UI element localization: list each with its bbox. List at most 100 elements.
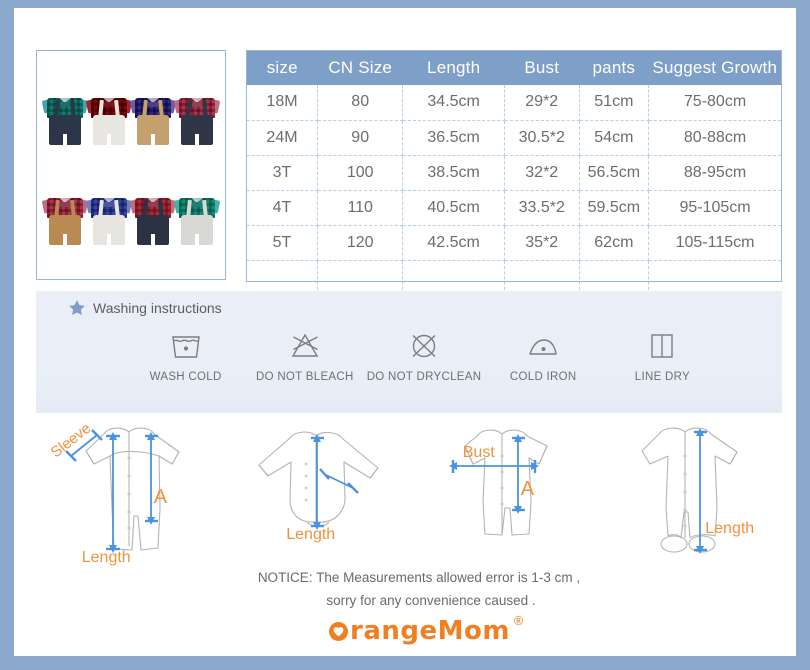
brand-logo-text: rangeMom ® [328,614,524,646]
care-item-do-not-bleach: DO NOT BLEACH [245,329,364,383]
product-thumbnail[interactable] [85,194,133,252]
table-cell: 105-115cm [648,225,781,261]
diagram1-label-length: Length [81,549,131,566]
table-cell: 24M [247,120,318,156]
size-chart-table: size CN Size Length Bust pants Suggest G… [247,51,781,295]
table-cell: 4T [247,190,318,226]
table-cell: 90 [317,120,404,156]
table-cell: 75-80cm [648,85,781,121]
product-thumbnail[interactable] [173,94,221,152]
table-cell: 3T [247,155,318,191]
table-cell: 33.5*2 [504,190,580,226]
bowtie [60,102,70,107]
care-item-cold-iron: COLD IRON [484,329,603,383]
cold-iron-icon [526,329,560,361]
table-row: 24M 90 36.5cm 30.5*2 54cm 80-88cm [247,120,781,156]
table-row: 3T 100 38.5cm 32*2 56.5cm 88-95cm [247,155,781,191]
care-label-do-not-bleach: DO NOT BLEACH [255,371,354,383]
bowtie [104,102,114,107]
leg-gap [107,134,111,145]
care-symbols-row: WASH COLD DO NOT BLEACH DO NOT DRYCLEAN … [126,329,722,383]
product-thumbnail[interactable] [173,194,221,252]
leg-gap [195,234,199,245]
product-gallery-panel [36,50,226,280]
bowtie [192,102,202,107]
leg-gap [63,234,67,245]
content-sheet: size CN Size Length Bust pants Suggest G… [14,8,796,656]
table-cell: 100 [317,155,404,191]
care-label-line-dry: LINE DRY [634,371,691,383]
diagram1-label-a: A [153,486,168,508]
leg-gap [151,234,155,245]
table-cell [247,260,318,295]
col-header-cn-size: CN Size [317,51,403,85]
care-item-do-not-dryclean: DO NOT DRYCLEAN [364,329,483,383]
do-not-dryclean-icon [407,329,441,361]
product-gallery-grid [41,57,221,273]
col-header-pants: pants [579,51,649,85]
col-header-length: Length [402,51,505,85]
bowtie [192,202,202,207]
table-cell: 56.5cm [579,155,650,191]
product-thumbnail[interactable] [41,194,89,252]
table-row: 4T 110 40.5cm 33.5*2 59.5cm 95-105cm [247,190,781,226]
washing-instructions-label: Washing instructions [93,300,222,316]
registered-mark: ® [512,614,525,628]
table-cell [649,260,781,295]
table-cell: 80 [317,85,404,121]
brand-logo-name: rangeMom [350,616,510,646]
table-cell: 36.5cm [402,120,505,156]
col-header-suggest-growth: Suggest Growth [648,51,781,85]
table-cell: 5T [247,225,318,261]
table-cell [579,260,650,295]
care-item-wash-cold: WASH COLD [126,329,245,383]
table-row [247,260,781,295]
table-cell: 42.5cm [402,225,505,261]
notice-block: NOTICE: The Measurements allowed error i… [14,566,810,612]
leg-gap [195,134,199,145]
product-thumbnail[interactable] [129,94,177,152]
care-item-line-dry: LINE DRY [603,329,722,383]
bowtie [148,202,158,207]
washing-instructions-title: Washing instructions [68,299,222,317]
leg-gap [63,134,67,145]
care-label-cold-iron: COLD IRON [509,371,577,383]
notice-line-2: sorry for any convenience caused . [326,593,536,608]
table-cell [317,260,404,295]
table-cell [504,260,580,295]
table-cell: 29*2 [504,85,580,121]
product-thumbnail[interactable] [85,94,133,152]
table-cell: 120 [317,225,404,261]
table-cell: 35*2 [504,225,580,261]
table-row: 18M 80 34.5cm 29*2 51cm 75-80cm [247,85,781,121]
brand-logo: rangeMom ® [14,614,810,646]
product-thumbnail[interactable] [129,194,177,252]
top-section: size CN Size Length Bust pants Suggest G… [36,50,782,295]
product-thumbnail[interactable] [41,94,89,152]
table-cell: 54cm [579,120,650,156]
diagram-footed-sleepsuit: Length [601,416,776,571]
diagram4-label-length: Length [705,520,755,537]
leg-gap [151,134,155,145]
col-header-bust: Bust [504,51,580,85]
size-table-body: 18M 80 34.5cm 29*2 51cm 75-80cm 24M 90 36.5cm 30.… [247,85,781,295]
heart-o-icon [328,619,349,641]
table-cell: 59.5cm [579,190,650,226]
table-cell: 34.5cm [402,85,505,121]
table-cell: 88-95cm [648,155,781,191]
diagram-long-sleeve-romper: Sleeve A Length [42,416,217,571]
notice-line-1: NOTICE: The Measurements allowed error i… [257,570,581,585]
col-header-size: size [247,51,318,85]
line-dry-icon [645,329,679,361]
diagram2-label-length: Length [286,526,336,543]
star-icon [68,299,86,317]
do-not-bleach-icon [288,329,322,361]
table-cell [402,260,505,295]
table-cell: 110 [317,190,404,226]
measurement-diagrams: Sleeve A Length Length Bust A Length [36,416,782,571]
table-cell: 40.5cm [402,190,505,226]
table-cell: 62cm [579,225,650,261]
table-cell: 32*2 [504,155,580,191]
diagram-bodysuit: Length [228,416,403,571]
bowtie [148,102,158,107]
